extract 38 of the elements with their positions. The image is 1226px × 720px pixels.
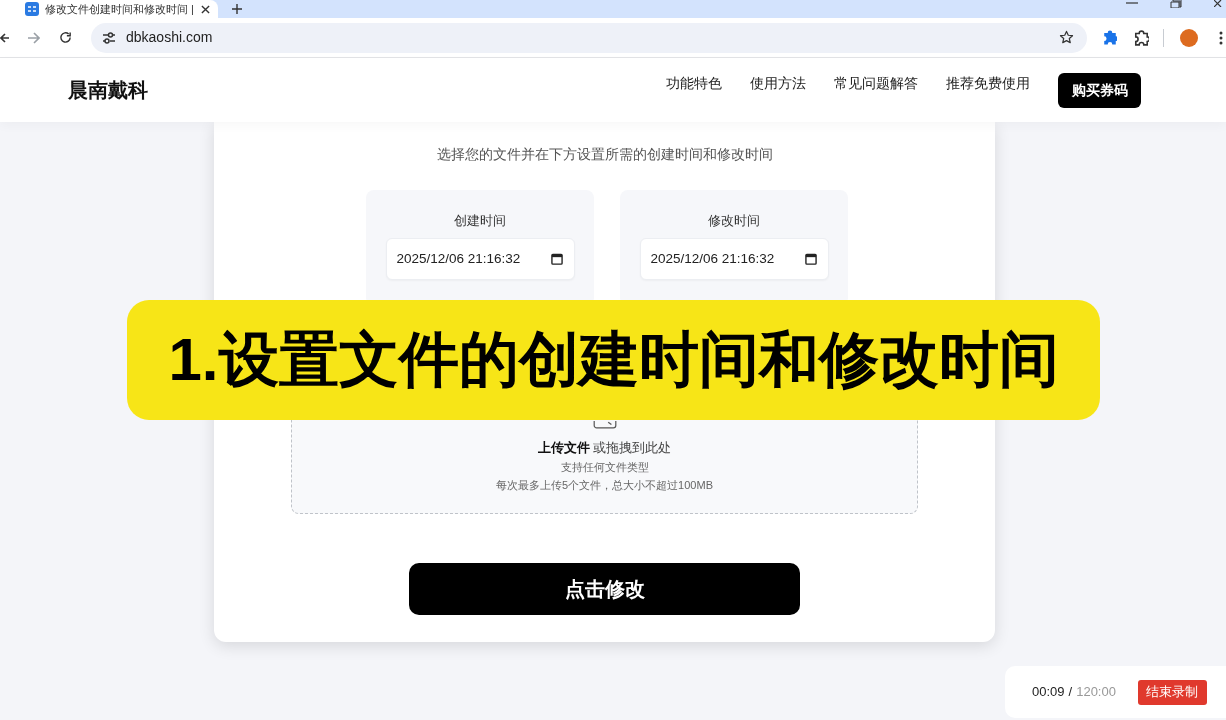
puzzle-icon[interactable] xyxy=(1103,30,1117,45)
form-subtitle: 选择您的文件并在下方设置所需的创建时间和修改时间 xyxy=(436,145,773,164)
site-icon xyxy=(25,2,39,16)
avatar-icon[interactable] xyxy=(1180,28,1198,47)
site-logo[interactable]: 晨南戴科 xyxy=(68,75,148,105)
plus-icon[interactable] xyxy=(232,4,242,14)
submit-button[interactable]: 点击修改 xyxy=(409,563,800,615)
arrow-right-icon[interactable] xyxy=(28,31,40,44)
upload-prompt: 上传文件 或拖拽到此处 xyxy=(537,440,672,456)
datetime-field[interactable]: 2025/12/06 21:16:32 xyxy=(639,238,829,280)
close-icon[interactable] xyxy=(1214,0,1224,7)
address-bar[interactable]: dbkaoshi.com xyxy=(91,22,1087,53)
browser-tab[interactable]: 修改文件创建时间和修改时间 | xyxy=(0,0,218,18)
upload-hint: 支持任何文件类型 xyxy=(560,460,649,474)
caption-banner: 1.设置文件的创建时间和修改时间 xyxy=(127,300,1100,420)
upload-limit: 每次最多上传5个文件，总大小不超过100MB xyxy=(496,478,713,492)
tune-icon[interactable] xyxy=(102,30,116,45)
nav-link[interactable]: 推荐免费使用 xyxy=(946,73,1030,94)
minimize-icon[interactable] xyxy=(1126,1,1138,5)
star-icon[interactable] xyxy=(1059,30,1074,45)
restore-icon[interactable] xyxy=(1170,0,1182,8)
puzzle-outline-icon[interactable] xyxy=(1134,29,1149,46)
close-icon[interactable] xyxy=(201,4,210,14)
more-icon[interactable] xyxy=(1219,30,1223,45)
field-label: 修改时间 xyxy=(708,212,760,230)
datetime-field[interactable]: 2025/12/06 21:16:32 xyxy=(385,238,575,280)
calendar-icon[interactable] xyxy=(550,253,563,265)
nav-link[interactable]: 功能特色 xyxy=(666,73,722,94)
calendar-icon[interactable] xyxy=(804,253,817,265)
reload-icon[interactable] xyxy=(59,31,72,44)
nav-link[interactable]: 常见问题解答 xyxy=(834,73,918,94)
nav-link[interactable]: 使用方法 xyxy=(750,73,806,94)
upload-drop-zone[interactable]: 上传文件 或拖拽到此处 支持任何文件类型 每次最多上传5个文件，总大小不超过100MB xyxy=(292,421,917,513)
arrow-left-icon[interactable] xyxy=(0,31,9,44)
buy-code-button[interactable]: 购买券码 xyxy=(1058,72,1141,108)
stop-recording-button[interactable]: 结束录制 xyxy=(1137,679,1207,705)
field-label: 创建时间 xyxy=(454,212,506,230)
recording-timer: 00:09 / 120:00 xyxy=(1032,683,1116,702)
